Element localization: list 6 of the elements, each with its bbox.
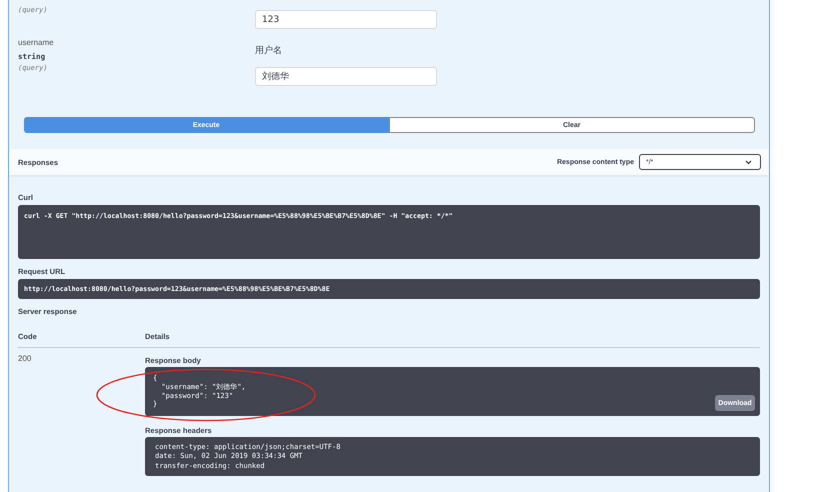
parameter-description: 用户名 xyxy=(255,44,283,57)
chevron-down-icon xyxy=(745,160,752,164)
status-code: 200 xyxy=(18,354,32,365)
parameter-input[interactable]: 123 xyxy=(255,10,437,29)
parameter-name: username xyxy=(18,38,55,47)
parameter-input[interactable]: 刘德华 xyxy=(255,67,437,86)
